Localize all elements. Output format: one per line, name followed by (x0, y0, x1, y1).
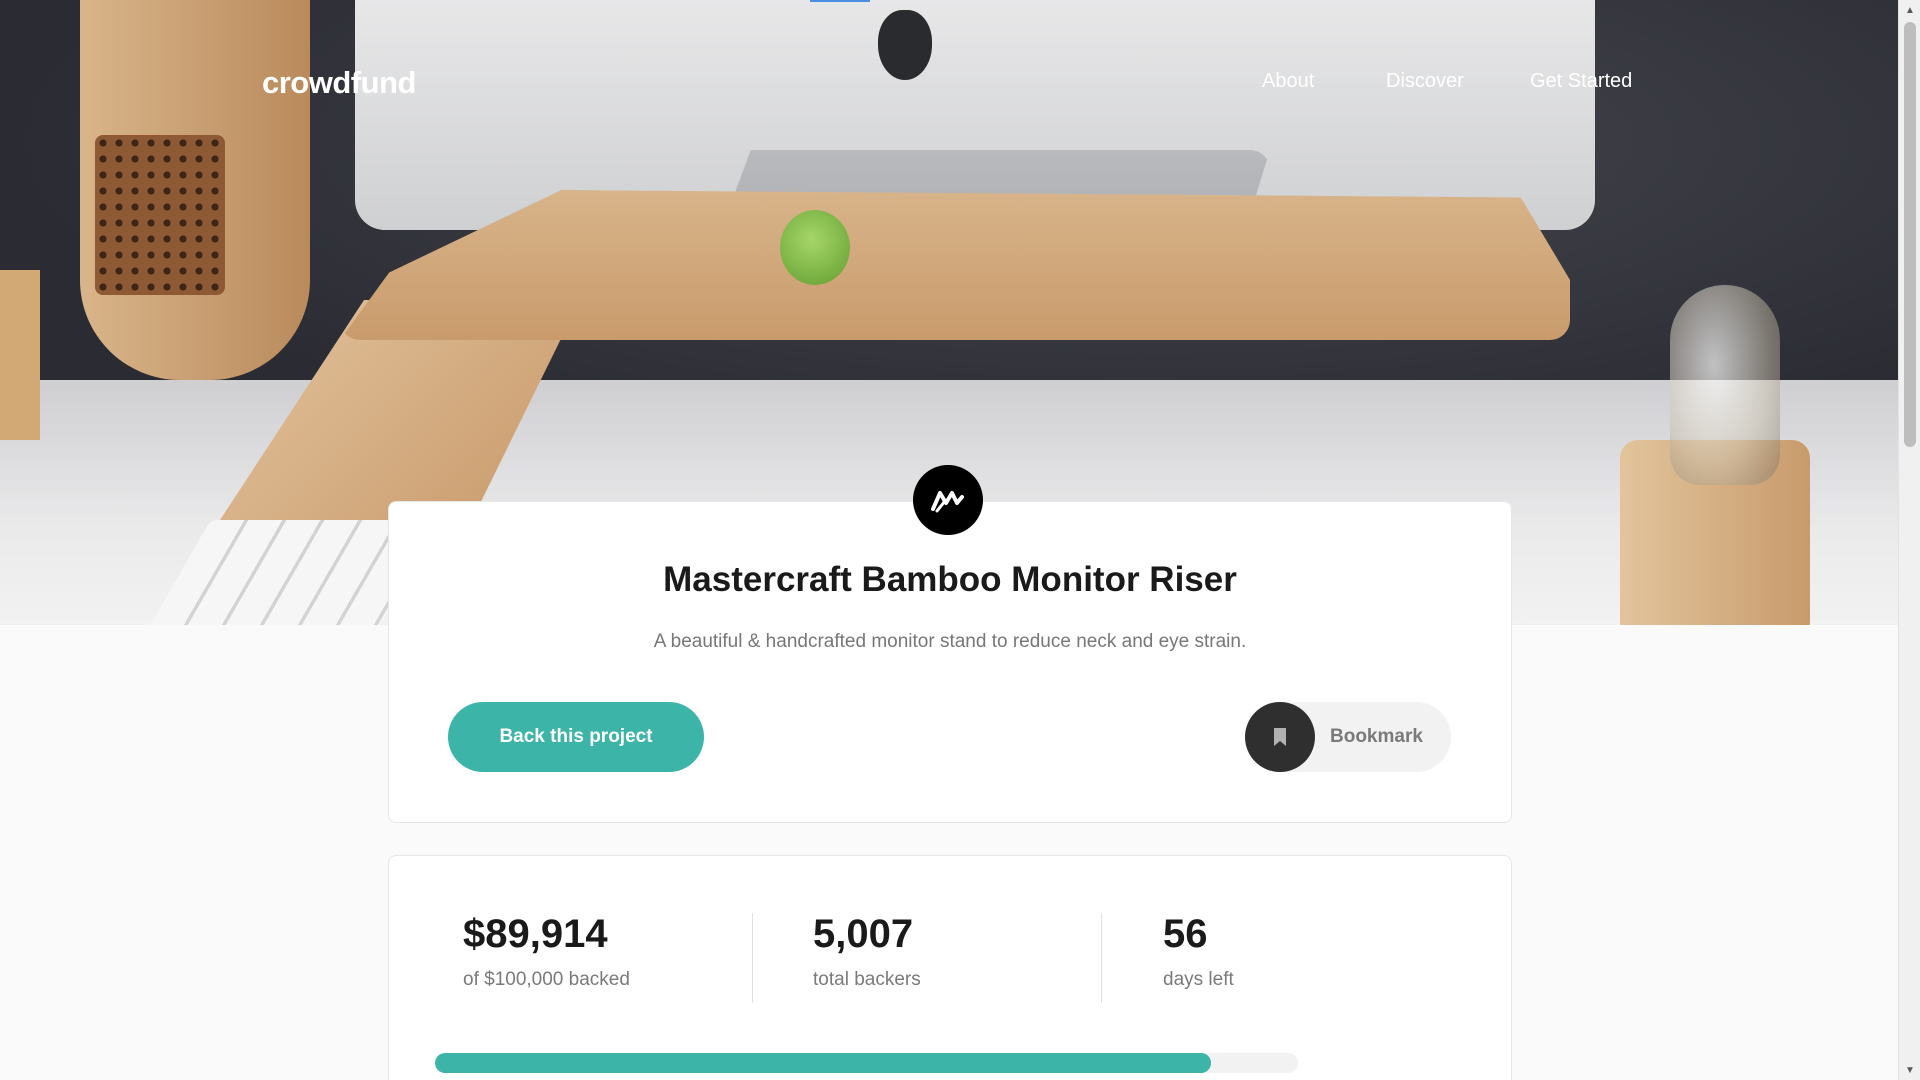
scrollbar-thumb[interactable] (1904, 22, 1916, 447)
project-intro-card (388, 501, 1512, 823)
stat-backed: $89,914 of $100,000 backed (463, 912, 630, 991)
mastercraft-logo-icon (913, 465, 983, 535)
stat-days-label: days left (1163, 969, 1234, 990)
hero-riser-top (340, 190, 1570, 340)
stat-backers-value: 5,007 (813, 912, 914, 956)
nav-get-started[interactable]: Get Started (1530, 70, 1650, 93)
stat-backed-label: of $100,000 backed (463, 969, 630, 990)
stat-backers: 5,007 total backers (813, 912, 921, 991)
bookmark-button[interactable]: Bookmark (1245, 702, 1451, 772)
hero-lamp-bulb (1670, 285, 1780, 485)
project-description: A beautiful & handcrafted monitor stand … (653, 631, 1247, 652)
nav-discover[interactable]: Discover (1386, 70, 1486, 93)
hero-toy-figure (780, 210, 850, 285)
back-project-button[interactable]: Back this project (448, 702, 704, 772)
stat-backers-label: total backers (813, 969, 921, 990)
bookmark-icon (1245, 702, 1315, 772)
stat-backed-value: $89,914 (463, 912, 608, 956)
funding-progress-bar (435, 1053, 1298, 1073)
stat-divider (752, 913, 753, 1003)
hero-wood-block (0, 270, 40, 440)
scrollbar[interactable]: ▲ ▼ (1898, 0, 1920, 1080)
site-logo[interactable]: crowdfund (262, 65, 416, 101)
project-title: Mastercraft Bamboo Monitor Riser (663, 560, 1237, 599)
site-header: crowdfund About Discover Get Started (0, 0, 1898, 160)
stat-days: 56 days left (1163, 912, 1234, 991)
stat-divider (1101, 913, 1102, 1003)
stat-days-value: 56 (1163, 912, 1208, 956)
nav-about[interactable]: About (1262, 70, 1342, 93)
bookmark-label: Bookmark (1330, 726, 1423, 747)
funding-progress-fill (435, 1053, 1211, 1073)
arrow-up-icon[interactable]: ▲ (1899, 0, 1920, 20)
arrow-down-icon[interactable]: ▼ (1899, 1060, 1920, 1080)
